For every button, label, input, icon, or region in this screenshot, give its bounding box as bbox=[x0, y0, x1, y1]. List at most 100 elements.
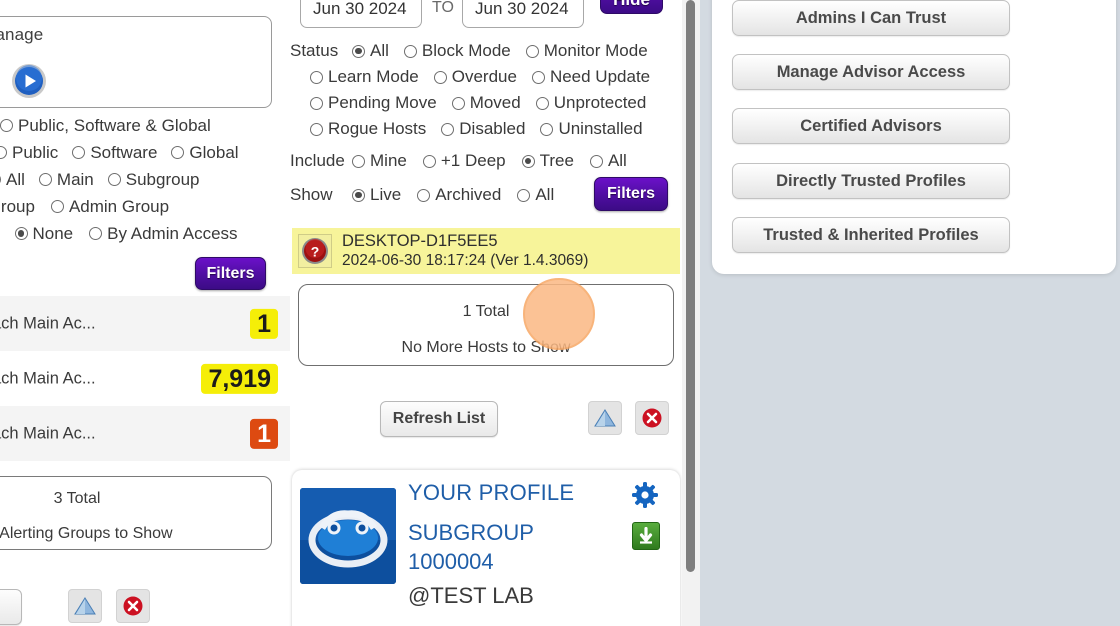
radio-option-learn-mode[interactable]: Learn Mode bbox=[310, 67, 419, 87]
hosts-total-count: 1 Total bbox=[462, 303, 510, 320]
hosts-total-box: 1 Total No More Hosts to Show bbox=[298, 284, 674, 366]
radio-option-all[interactable]: All bbox=[0, 170, 25, 190]
filter-row-lead: s bbox=[0, 224, 1, 244]
refresh-list-button-center[interactable]: Refresh List bbox=[380, 401, 498, 437]
close-circle-icon[interactable] bbox=[116, 589, 150, 623]
radio-option-disabled[interactable]: Disabled bbox=[441, 119, 525, 139]
status-row: Rogue Hosts Disabled Uninstalled bbox=[290, 116, 682, 142]
trust-panel: Admins I Can Trust Manage Advisor Access… bbox=[700, 0, 1120, 626]
triangle-up-icon[interactable] bbox=[68, 589, 102, 623]
radio-label: Moved bbox=[469, 93, 521, 112]
radio-option-by-admin-access[interactable]: By Admin Access bbox=[89, 223, 238, 244]
radio-option-unprotected[interactable]: Unprotected bbox=[535, 93, 646, 113]
question-mark-red-icon: ? bbox=[298, 234, 332, 268]
radio-option-all[interactable]: All bbox=[589, 151, 627, 171]
list-item[interactable]: ch :: Zero Breach Main Ac... 7,919 bbox=[0, 351, 290, 406]
host-list-item[interactable]: ? DESKTOP-D1F5EE5 2024-06-30 18:17:24 (V… bbox=[292, 228, 680, 274]
app-screen: r: Groups I Manage Public, Software & Gl… bbox=[0, 0, 1120, 626]
download-icon[interactable] bbox=[632, 522, 660, 550]
radio-label: All bbox=[6, 169, 25, 189]
list-item[interactable]: 3 ch :: Zero Breach Main Ac... 1 bbox=[0, 296, 290, 351]
show-label: Show bbox=[290, 185, 333, 204]
profile-title: YOUR PROFILE bbox=[408, 480, 575, 505]
manage-advisor-access-button[interactable]: Manage Advisor Access bbox=[732, 54, 1010, 90]
status-label: Status bbox=[290, 41, 339, 60]
status-badge: 1 bbox=[250, 418, 278, 449]
radio-option-all[interactable]: All bbox=[352, 41, 389, 61]
profile-card: YOUR PROFILE SUBGROUP 1000004 @TEST LAB bbox=[292, 470, 680, 626]
play-circle-icon[interactable] bbox=[11, 63, 47, 99]
total-count: 3 Total bbox=[53, 490, 101, 507]
group-type-filters: Public, Software & Global Public Softwar… bbox=[0, 112, 282, 247]
radio-option-pending-move[interactable]: Pending Move bbox=[310, 93, 437, 113]
filters-button-left[interactable]: Filters bbox=[195, 257, 266, 290]
host-name: DESKTOP-D1F5EE5 bbox=[342, 232, 498, 251]
radio-option-block-mode[interactable]: Block Mode bbox=[403, 41, 511, 61]
radio-label: Software bbox=[90, 142, 158, 162]
radio-option-all[interactable]: All bbox=[517, 185, 554, 205]
svg-text:?: ? bbox=[311, 244, 320, 260]
gear-icon[interactable] bbox=[632, 482, 658, 513]
trusted-inherited-profiles-button[interactable]: Trusted & Inherited Profiles bbox=[732, 217, 1010, 253]
trust-card: Admins I Can Trust Manage Advisor Access… bbox=[712, 0, 1116, 274]
radio-option-none[interactable]: None bbox=[14, 224, 73, 244]
cloud-avatar-icon[interactable] bbox=[300, 488, 396, 584]
radio-label: Learn Mode bbox=[328, 67, 419, 86]
radio-option-public[interactable]: Public bbox=[0, 143, 58, 163]
radio-label: By Admin Access bbox=[107, 223, 238, 243]
radio-option-global[interactable]: Global bbox=[171, 143, 239, 163]
filters-button-center[interactable]: Filters bbox=[594, 177, 668, 211]
radio-label: +1 Deep bbox=[440, 151, 506, 170]
radio-label: Overdue bbox=[451, 67, 517, 86]
refresh-list-button-left[interactable]: efresh List bbox=[0, 589, 22, 625]
alerting-groups-total-box: 3 Total re Alerting Groups to Show bbox=[0, 476, 272, 550]
status-row: Status All Block Mode Monitor Mode bbox=[290, 38, 682, 64]
radio-option-archived[interactable]: Archived bbox=[417, 185, 501, 205]
alerting-groups-panel: r: Groups I Manage Public, Software & Gl… bbox=[0, 0, 290, 626]
close-circle-icon[interactable] bbox=[635, 401, 669, 435]
vertical-scrollbar[interactable] bbox=[682, 0, 700, 626]
radio-option-tree[interactable]: Tree bbox=[521, 151, 574, 171]
list-item[interactable]: ch :: Zero Breach Main Ac... 1 bbox=[0, 406, 290, 461]
radio-label: Archived bbox=[435, 185, 502, 204]
triangle-up-icon[interactable] bbox=[588, 401, 622, 435]
certified-advisors-button[interactable]: Certified Advisors bbox=[732, 108, 1010, 144]
radio-label: Need Update bbox=[549, 67, 651, 86]
hide-button[interactable]: Hide bbox=[600, 0, 663, 14]
radio-option-monitor-mode[interactable]: Monitor Mode bbox=[525, 41, 648, 61]
radio-option-rogue-hosts[interactable]: Rogue Hosts bbox=[310, 119, 426, 139]
profile-subgroup-line1: SUBGROUP bbox=[408, 520, 534, 545]
scrollbar-thumb[interactable] bbox=[686, 0, 695, 572]
radio-option-live[interactable]: Live bbox=[352, 185, 401, 205]
filter-row: bgroup Admin Group bbox=[0, 193, 282, 220]
radio-option-public-software-global[interactable]: Public, Software & Global bbox=[0, 116, 211, 136]
radio-option-need-update[interactable]: Need Update bbox=[531, 67, 651, 87]
include-row: Include Mine +1 Deep Tree All bbox=[290, 148, 682, 174]
radio-label: Uninstalled bbox=[558, 119, 643, 138]
radio-option-plus1-deep[interactable]: +1 Deep bbox=[422, 151, 506, 171]
directly-trusted-profiles-button[interactable]: Directly Trusted Profiles bbox=[732, 163, 1010, 199]
radio-label: Block Mode bbox=[421, 41, 511, 60]
radio-option-main[interactable]: Main bbox=[38, 169, 94, 190]
status-row: Learn Mode Overdue Need Update bbox=[290, 64, 682, 90]
radio-label: Rogue Hosts bbox=[328, 119, 427, 138]
admins-i-can-trust-button[interactable]: Admins I Can Trust bbox=[732, 0, 1010, 36]
radio-option-mine[interactable]: Mine bbox=[352, 151, 407, 171]
radio-label: All bbox=[370, 41, 389, 60]
radio-option-software[interactable]: Software bbox=[72, 143, 157, 163]
radio-option-uninstalled[interactable]: Uninstalled bbox=[540, 119, 643, 139]
no-more-groups-message: re Alerting Groups to Show bbox=[0, 525, 173, 542]
date-from-input[interactable]: Jun 30 2024 bbox=[300, 0, 422, 28]
date-to-input[interactable]: Jun 30 2024 bbox=[462, 0, 584, 28]
radio-option-moved[interactable]: Moved bbox=[451, 93, 521, 113]
list-item-label: ch :: Zero Breach Main Ac... bbox=[0, 424, 96, 442]
radio-option-admin-group[interactable]: Admin Group bbox=[50, 196, 170, 217]
radio-label: All bbox=[607, 151, 627, 170]
radio-option-overdue[interactable]: Overdue bbox=[433, 67, 517, 87]
status-row: Pending Move Moved Unprotected bbox=[290, 90, 682, 116]
radio-option-subgroup[interactable]: Subgroup bbox=[107, 170, 200, 190]
list-item-label: ch :: Zero Breach Main Ac... bbox=[0, 314, 96, 332]
radio-label: Main bbox=[56, 169, 94, 189]
no-more-hosts-message: No More Hosts to Show bbox=[401, 339, 571, 356]
radio-label: Admin Group bbox=[68, 196, 170, 216]
